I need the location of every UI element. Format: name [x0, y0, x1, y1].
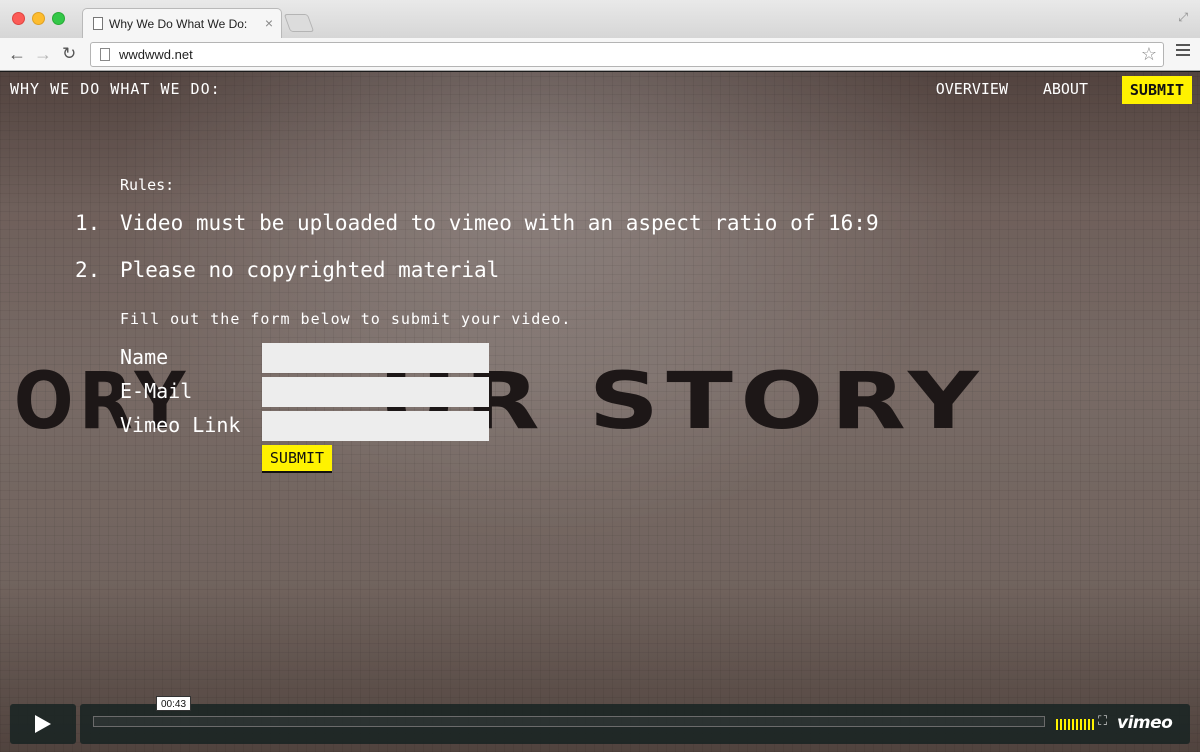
new-tab-button[interactable] [283, 14, 315, 32]
vimeo-link-input[interactable] [262, 411, 489, 441]
nav-overview-link[interactable]: OVERVIEW [936, 80, 1008, 98]
browser-tab-bar: Why We Do What We Do: × ⤢ [0, 0, 1200, 38]
forward-button[interactable]: → [34, 43, 52, 65]
time-display: 00:43 [156, 696, 192, 711]
browser-menu-icon[interactable] [1176, 44, 1190, 59]
tab-close-icon[interactable]: × [265, 15, 273, 31]
rule-text: Please no copyrighted material [120, 258, 500, 282]
nav-about-link[interactable]: ABOUT [1043, 80, 1088, 98]
rule-number: 2. [75, 258, 101, 282]
player-fullscreen-icon[interactable]: ⛶ [1098, 713, 1107, 729]
form-submit-button[interactable]: SUBMIT [262, 445, 332, 473]
browser-toolbar: ← → ↻ wwdwwd.net ☆ [0, 38, 1200, 71]
name-label: Name [120, 345, 169, 369]
player-control-bar: 00:43 ⛶ vimeo [80, 696, 1190, 744]
vimeo-link-label: Vimeo Link [120, 413, 241, 437]
vimeo-logo[interactable]: vimeo [1117, 713, 1173, 733]
tab-title: Why We Do What We Do: [109, 17, 248, 31]
email-label: E-Mail [120, 379, 193, 403]
progress-bar[interactable] [93, 716, 1045, 727]
page-viewport: ORY UR STORY WHY WE DO WHAT WE DO: OVERV… [0, 72, 1200, 752]
name-input[interactable] [262, 343, 489, 373]
rule-text: Video must be uploaded to vimeo with an … [120, 211, 879, 235]
play-button[interactable] [10, 704, 76, 744]
rules-heading: Rules: [120, 176, 175, 194]
rule-number: 1. [75, 211, 101, 235]
page-icon [100, 48, 110, 61]
back-button[interactable]: ← [8, 43, 26, 65]
close-window-button[interactable] [12, 12, 25, 25]
email-input[interactable] [262, 377, 489, 407]
address-bar[interactable]: wwdwwd.net ☆ [90, 42, 1164, 67]
video-player-controls: 00:43 ⛶ vimeo [10, 696, 1190, 744]
fullscreen-icon[interactable]: ⤢ [1178, 10, 1188, 25]
url-text[interactable]: wwdwwd.net [119, 47, 193, 62]
page-icon [93, 17, 103, 30]
volume-control[interactable] [1056, 717, 1096, 730]
minimize-window-button[interactable] [32, 12, 45, 25]
browser-tab[interactable]: Why We Do What We Do: × [82, 8, 282, 38]
nav-submit-button[interactable]: SUBMIT [1122, 76, 1192, 104]
rule-item: 2. Please no copyrighted material [75, 258, 499, 282]
rule-item: 1. Video must be uploaded to vimeo with a… [75, 211, 879, 235]
play-icon [35, 715, 51, 733]
bookmark-star-icon[interactable]: ☆ [1141, 44, 1157, 65]
site-title[interactable]: WHY WE DO WHAT WE DO: [10, 80, 221, 98]
reload-button[interactable]: ↻ [62, 43, 76, 65]
background-shade [0, 72, 1200, 752]
maximize-window-button[interactable] [52, 12, 65, 25]
form-instructions: Fill out the form below to submit your v… [120, 310, 572, 328]
